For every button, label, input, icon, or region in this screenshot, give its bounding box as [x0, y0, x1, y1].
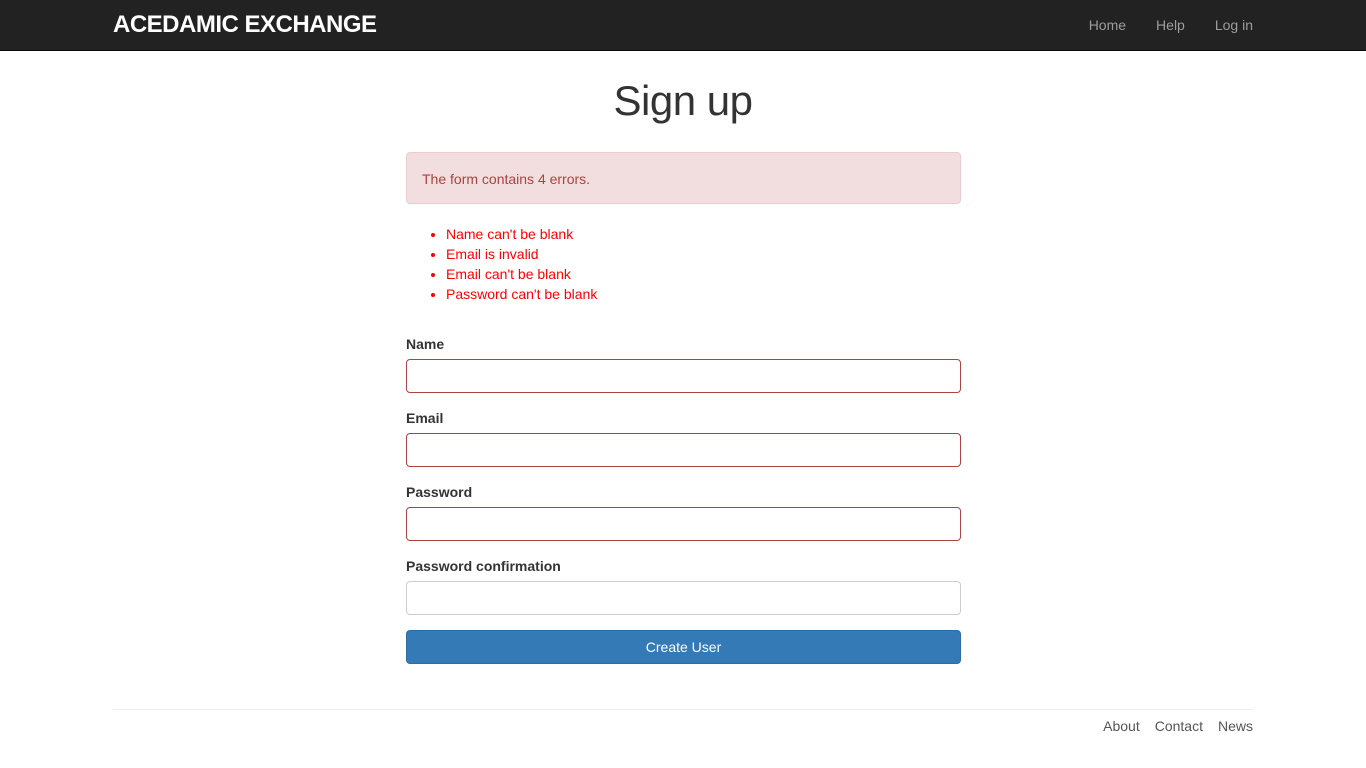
- nav-link-help[interactable]: Help: [1156, 16, 1185, 34]
- nav-link-home[interactable]: Home: [1089, 16, 1126, 34]
- page-title: Sign up: [613, 77, 753, 124]
- error-list: Name can't be blank Email is invalid Ema…: [406, 224, 961, 304]
- footer-links: About Contact News: [1103, 717, 1253, 735]
- create-user-button[interactable]: Create User: [406, 630, 961, 664]
- nav-links: Home Help Log in: [1089, 16, 1253, 34]
- footer-link-about[interactable]: About: [1103, 717, 1140, 735]
- password-confirmation-field[interactable]: [406, 581, 961, 615]
- brand-logo-link[interactable]: ACEDAMIC EXCHANGE: [113, 11, 377, 39]
- name-field[interactable]: [406, 359, 961, 393]
- footer-divider: [113, 709, 1253, 710]
- error-item: Email is invalid: [446, 244, 961, 264]
- email-field[interactable]: [406, 433, 961, 467]
- nav-link-login[interactable]: Log in: [1215, 16, 1253, 34]
- error-item: Name can't be blank: [446, 224, 961, 244]
- error-item: Email can't be blank: [446, 264, 961, 284]
- footer-link-news[interactable]: News: [1218, 717, 1253, 735]
- password-field[interactable]: [406, 507, 961, 541]
- password-label: Password: [406, 484, 473, 500]
- email-label: Email: [406, 410, 444, 426]
- error-alert: The form contains 4 errors.: [406, 152, 961, 204]
- footer-link-contact[interactable]: Contact: [1155, 717, 1203, 735]
- name-label: Name: [406, 336, 445, 352]
- navbar: ACEDAMIC EXCHANGE Home Help Log in: [0, 0, 1366, 51]
- error-item: Password can't be blank: [446, 284, 961, 304]
- password-confirmation-label: Password confirmation: [406, 558, 561, 574]
